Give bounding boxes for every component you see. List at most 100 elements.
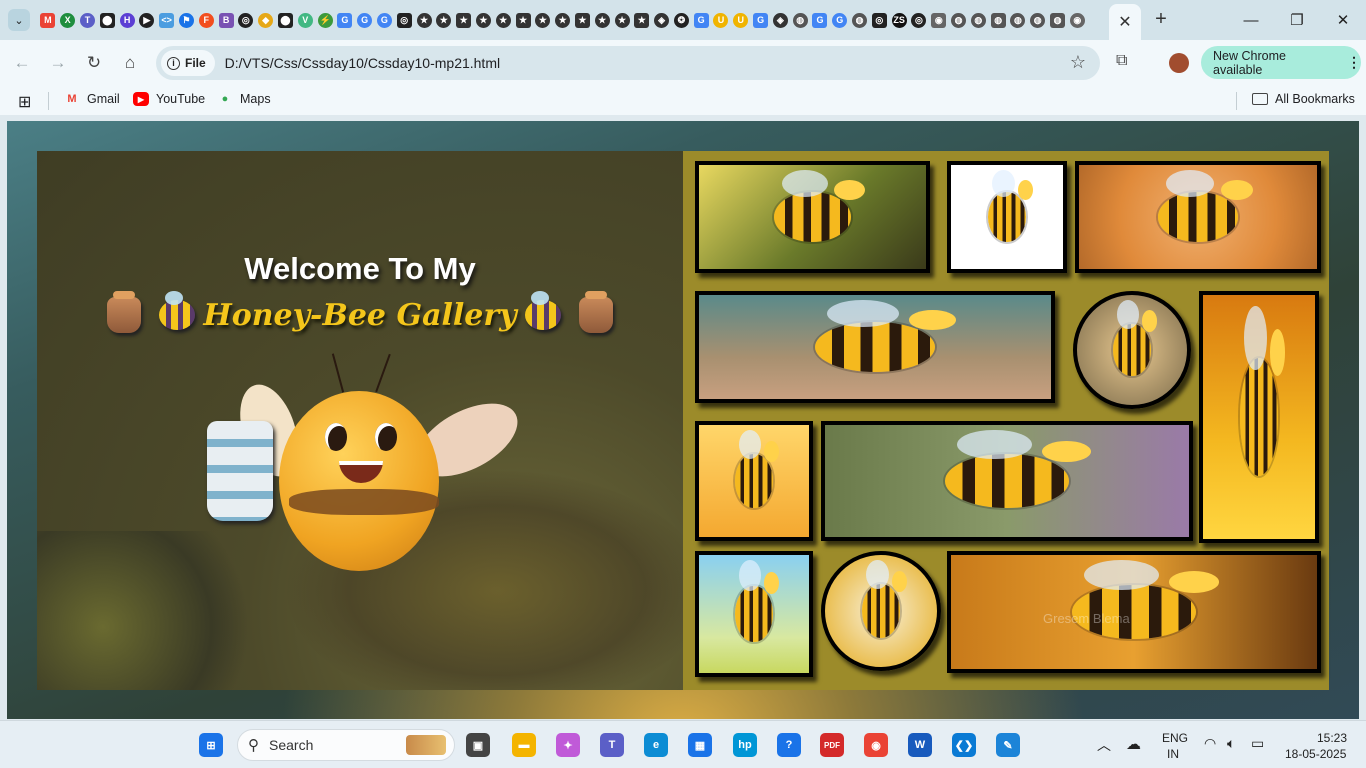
pinned-tab-globe[interactable]: ◍ [790, 0, 810, 40]
new-tab-button[interactable]: + [1150, 8, 1172, 30]
start-icon[interactable]: ⊞ [199, 733, 223, 757]
pinned-tab-star[interactable]: ★ [513, 0, 533, 40]
home-button[interactable]: ⌂ [118, 51, 142, 75]
pinned-tab-vue[interactable]: V [295, 0, 315, 40]
show-hidden-icons-icon[interactable]: ︿ [1097, 735, 1111, 755]
pinned-tab-github[interactable]: ⬤ [276, 0, 296, 40]
gallery-image-bee-on-sunflower[interactable] [1199, 291, 1319, 543]
active-tab[interactable]: ✕ [1109, 4, 1141, 40]
pinned-tab-chatgpt[interactable]: ◎ [869, 0, 889, 40]
volume-icon[interactable]: 🔈︎ [1227, 735, 1235, 752]
profile-avatar[interactable] [1169, 53, 1189, 73]
bookmark-gmail[interactable]: M Gmail [64, 92, 119, 106]
pinned-tab-star[interactable]: ★ [612, 0, 632, 40]
task-view-icon[interactable]: ▣ [466, 733, 490, 757]
onedrive-icon[interactable]: ☁ [1126, 735, 1141, 753]
close-window-button[interactable]: ✕ [1320, 0, 1366, 40]
pinned-tab-bootstrap[interactable]: B [216, 0, 236, 40]
pinned-tab-google[interactable]: G [691, 0, 711, 40]
taskbar-search[interactable]: ⚲ Search [237, 729, 455, 761]
clock-time[interactable]: 15:23 [1317, 731, 1347, 745]
pinned-tab-github[interactable]: ⬤ [97, 0, 117, 40]
pinned-tab-cup[interactable]: U [711, 0, 731, 40]
pinned-tab-star[interactable]: ★ [454, 0, 474, 40]
pinned-tab-star[interactable]: ★ [573, 0, 593, 40]
pinned-tab-globe[interactable]: ◍ [850, 0, 870, 40]
pinned-tab-star[interactable]: ★ [553, 0, 573, 40]
pinned-tab-star[interactable]: ★ [434, 0, 454, 40]
pinned-tab-star[interactable]: ★ [414, 0, 434, 40]
address-bar[interactable]: i File D:/VTS/Css/Cssday10/Cssday10-mp21… [156, 46, 1100, 80]
pinned-tab-globe[interactable]: ◍ [1028, 0, 1048, 40]
apps-icon[interactable]: ⊞ [18, 92, 31, 112]
gallery-image-bee-honey-splash[interactable] [1075, 161, 1321, 273]
edge-icon[interactable]: e [644, 733, 668, 757]
pinned-tab-chatgpt[interactable]: ◎ [236, 0, 256, 40]
pinned-tab-teams[interactable]: T [78, 0, 98, 40]
bookmark-star-icon[interactable]: ☆ [1070, 52, 1086, 73]
reload-button[interactable]: ↻ [82, 51, 106, 75]
pinned-tab-star[interactable]: ★ [474, 0, 494, 40]
language-indicator[interactable]: ENG [1162, 731, 1188, 745]
tab-search-icon[interactable]: ⌄ [8, 9, 30, 31]
paint-icon[interactable]: ✎ [996, 733, 1020, 757]
gallery-image-bee-standing-white[interactable] [947, 161, 1067, 273]
teams-icon[interactable]: T [600, 733, 624, 757]
pdf-icon[interactable]: PDF [820, 733, 844, 757]
bookmark-maps[interactable]: ● Maps [217, 92, 271, 106]
pinned-tab-globe[interactable]: ◍ [949, 0, 969, 40]
pinned-tab-globe[interactable]: ◍ [988, 0, 1008, 40]
pinned-tab-google[interactable]: G [751, 0, 771, 40]
pinned-tab-star[interactable]: ★ [592, 0, 612, 40]
pinned-tab-play[interactable]: ▶ [137, 0, 157, 40]
hp-icon[interactable]: hp [733, 733, 757, 757]
menu-icon[interactable]: ⋮ [1347, 54, 1361, 71]
pinned-tab-star[interactable]: ★ [533, 0, 553, 40]
pinned-tab-course[interactable]: ◆ [256, 0, 276, 40]
pinned-tab-chatgpt[interactable]: ◎ [909, 0, 929, 40]
pinned-tab-openai[interactable]: ❂ [672, 0, 692, 40]
forward-button[interactable]: → [46, 51, 70, 75]
pinned-tab-app[interactable]: H [117, 0, 137, 40]
wifi-icon[interactable]: ◠ [1204, 735, 1216, 752]
pinned-tab-google[interactable]: G [830, 0, 850, 40]
pinned-tab-globe[interactable]: ◍ [1048, 0, 1068, 40]
pinned-tab-chrome[interactable]: ◉ [1067, 0, 1087, 40]
pinned-tab-google[interactable]: G [810, 0, 830, 40]
pinned-tab-code[interactable]: <> [157, 0, 177, 40]
pinned-tab-globe[interactable]: ◍ [1008, 0, 1028, 40]
pinned-tab-figma[interactable]: F [196, 0, 216, 40]
word-icon[interactable]: W [908, 733, 932, 757]
chrome-icon[interactable]: ◉ [864, 733, 888, 757]
gallery-image-bee-flying-forest[interactable] [695, 161, 930, 273]
pinned-tab-globe[interactable]: ◍ [968, 0, 988, 40]
back-button[interactable]: ← [10, 51, 34, 75]
pinned-tab-google[interactable]: G [335, 0, 355, 40]
close-tab-icon[interactable]: ✕ [1118, 12, 1131, 32]
url-text[interactable]: D:/VTS/Css/Cssday10/Cssday10-mp21.html [225, 55, 500, 71]
pinned-tab-codepen[interactable]: ◈ [770, 0, 790, 40]
file-explorer-icon[interactable]: ▬ [512, 733, 536, 757]
bookmark-youtube[interactable]: ▶ YouTube [133, 92, 205, 106]
pinned-tab-cup[interactable]: U [731, 0, 751, 40]
pinned-tab-ext[interactable]: ⚡ [315, 0, 335, 40]
new-chrome-button[interactable]: New Chrome available ⋮ [1201, 46, 1361, 79]
store-icon[interactable]: ▦ [688, 733, 712, 757]
pinned-tab-chrome[interactable]: ◉ [929, 0, 949, 40]
site-info-chip[interactable]: i File [161, 50, 215, 76]
pinned-tab-flag[interactable]: ⚑ [177, 0, 197, 40]
battery-icon[interactable]: ▭ [1251, 735, 1264, 752]
gallery-image-bee-macro-orange[interactable]: Gresem Blema [947, 551, 1321, 673]
vscode-icon[interactable]: ❮❯ [952, 733, 976, 757]
gallery-image-bee-spring-meadow[interactable] [695, 551, 813, 677]
pinned-tab-google[interactable]: G [355, 0, 375, 40]
pinned-tab-sheets[interactable]: X [58, 0, 78, 40]
pinned-tab-star[interactable]: ★ [493, 0, 513, 40]
clock-date[interactable]: 18-05-2025 [1285, 747, 1346, 761]
minimize-button[interactable]: — [1228, 0, 1274, 40]
pinned-tab-codepen[interactable]: ◈ [652, 0, 672, 40]
gallery-image-bee-round-flowers[interactable] [821, 551, 941, 671]
pinned-tab-zs[interactable]: ZS [889, 0, 909, 40]
maximize-button[interactable]: ❐ [1274, 0, 1320, 40]
copilot-icon[interactable]: ✦ [556, 733, 580, 757]
